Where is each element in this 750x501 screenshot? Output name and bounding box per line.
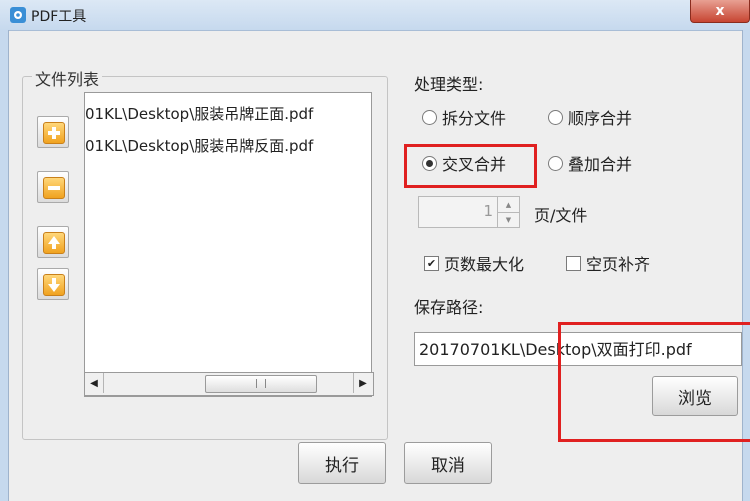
- radio-sequential[interactable]: [548, 110, 563, 125]
- checkbox-maximize-pages[interactable]: ✔: [424, 256, 439, 271]
- spinner-buttons: ▲ ▼: [497, 197, 519, 227]
- save-path-label: 保存路径:: [414, 298, 484, 317]
- window-title: PDF工具: [31, 9, 87, 25]
- add-icon: [43, 122, 65, 144]
- scroll-thumb[interactable]: [205, 375, 317, 393]
- pages-per-file-label: 页/文件: [534, 206, 588, 225]
- checkbox-pad-blank-label[interactable]: 空页补齐: [586, 251, 650, 275]
- file-list-legend: 文件列表: [32, 66, 103, 90]
- spin-down-icon[interactable]: ▼: [498, 212, 519, 227]
- radio-split-label[interactable]: 拆分文件: [442, 105, 506, 129]
- checkbox-pad-blank[interactable]: [566, 256, 581, 271]
- checkbox-maximize-pages-label[interactable]: 页数最大化: [444, 251, 524, 275]
- radio-interleave[interactable]: [422, 156, 437, 171]
- title-bar[interactable]: PDF工具 x: [0, 0, 750, 31]
- radio-sequential-label[interactable]: 顺序合并: [568, 105, 632, 129]
- cancel-button[interactable]: 取消: [404, 442, 492, 484]
- list-item[interactable]: 01KL\Desktop\服装吊牌反面.pdf: [85, 135, 369, 156]
- move-up-button[interactable]: [37, 226, 69, 258]
- move-up-icon: [43, 232, 65, 254]
- horizontal-scrollbar[interactable]: ◀ ▶: [84, 372, 374, 396]
- list-item[interactable]: 01KL\Desktop\服装吊牌正面.pdf: [85, 103, 369, 124]
- move-down-button[interactable]: [37, 268, 69, 300]
- scroll-left-icon[interactable]: ◀: [85, 373, 104, 393]
- radio-overlay-label[interactable]: 叠加合并: [568, 151, 632, 175]
- file-list[interactable]: 01KL\Desktop\服装吊牌正面.pdf 01KL\Desktop\服装吊…: [84, 92, 372, 397]
- grip-icon: [256, 379, 266, 388]
- radio-selected-dot: [426, 160, 433, 167]
- remove-file-button[interactable]: [37, 171, 69, 203]
- execute-button[interactable]: 执行: [298, 442, 386, 484]
- window-frame-left: [0, 30, 9, 501]
- move-down-icon: [43, 274, 65, 296]
- pages-per-file-spinner[interactable]: 1 ▲ ▼: [418, 196, 520, 228]
- process-type-label: 处理类型:: [414, 75, 484, 94]
- add-file-button[interactable]: [37, 116, 69, 148]
- gear-icon: [10, 7, 26, 23]
- radio-overlay[interactable]: [548, 156, 563, 171]
- browse-button[interactable]: 浏览: [652, 376, 738, 416]
- radio-split[interactable]: [422, 110, 437, 125]
- radio-interleave-label[interactable]: 交叉合并: [442, 151, 506, 175]
- spinner-value[interactable]: 1: [419, 202, 493, 220]
- spin-up-icon[interactable]: ▲: [498, 197, 519, 213]
- close-button[interactable]: x: [690, 0, 750, 23]
- scroll-right-icon[interactable]: ▶: [353, 373, 372, 393]
- remove-icon: [43, 177, 65, 199]
